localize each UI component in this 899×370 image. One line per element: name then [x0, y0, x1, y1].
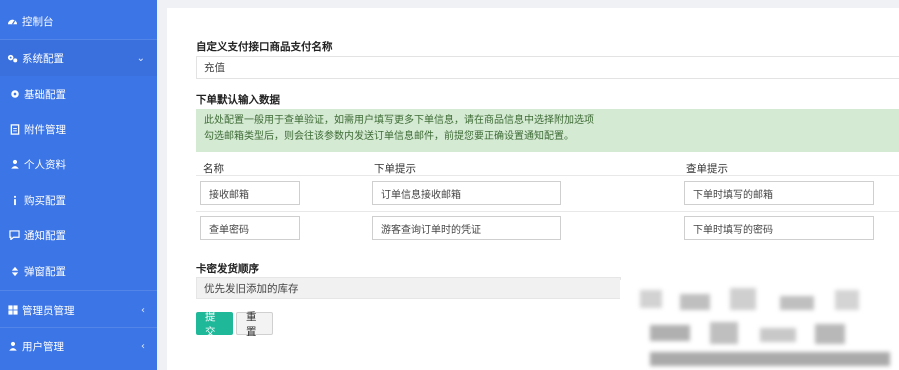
row1-query-hint-input[interactable]: 下单时填写的邮箱	[684, 181, 874, 205]
reset-button[interactable]: 重置	[236, 311, 273, 338]
sidebar-item-popup-config[interactable]: 弹窗配置	[0, 253, 157, 289]
row1-order-hint-input[interactable]: 订单信息接收邮箱	[372, 181, 561, 205]
column-header-query-hint: 查单提示	[686, 163, 728, 175]
sidebar-item-label: 个人资料	[24, 158, 66, 171]
sidebar-item-system-config[interactable]: 系统配置 ⌄	[0, 40, 157, 76]
sidebar-item-dashboard[interactable]: 控制台	[0, 3, 157, 39]
sidebar: 控制台 系统配置 ⌄ 基础配置 附件管理 个人资料 购买配置 通知配置 弹窗配置…	[0, 0, 157, 370]
submit-button[interactable]: 提交	[196, 311, 233, 338]
sidebar-item-notify-config[interactable]: 通知配置	[0, 217, 157, 253]
notice-line: 勾选邮箱类型后，则会往该参数内发送订单信息邮件，前提您要正确设置通知配置。	[204, 131, 574, 142]
column-header-name: 名称	[203, 163, 224, 175]
sort-icon	[9, 266, 20, 277]
sidebar-item-label: 通知配置	[24, 229, 66, 242]
column-header-order-hint: 下单提示	[374, 163, 416, 175]
blurred-watermark	[620, 280, 899, 370]
row2-name-input[interactable]: 查单密码	[200, 216, 300, 240]
sidebar-item-basic-config[interactable]: 基础配置	[0, 76, 157, 112]
order-input-label: 下单默认输入数据	[196, 94, 280, 106]
row2-order-hint-input[interactable]: 游客查询订单时的凭证	[372, 216, 561, 240]
file-icon	[9, 123, 20, 135]
card-order-select[interactable]: 优先发旧添加的库存	[196, 277, 621, 299]
gears-icon	[7, 53, 18, 64]
row1-name-input[interactable]: 接收邮箱	[200, 181, 300, 205]
card-order-label: 卡密发货顺序	[196, 263, 259, 275]
sidebar-item-purchase-config[interactable]: 购买配置	[0, 182, 157, 218]
pay-name-input[interactable]: 充值	[196, 56, 899, 79]
chevron-left-icon: ‹	[141, 304, 145, 316]
sidebar-item-label: 基础配置	[24, 88, 66, 101]
notice-line: 此处配置一般用于查单验证，如需用户填写更多下单信息，请在商品信息中选择附加选项	[204, 115, 594, 126]
chevron-left-icon: ‹	[141, 340, 145, 352]
sidebar-item-label: 弹窗配置	[24, 265, 66, 278]
windows-icon	[7, 305, 18, 316]
sidebar-item-label: 管理员管理	[22, 304, 75, 317]
pay-name-label: 自定义支付接口商品支付名称	[196, 41, 333, 53]
comment-icon	[9, 230, 20, 241]
user-icon	[9, 159, 20, 170]
chevron-down-icon: ⌄	[136, 52, 145, 64]
sidebar-item-profile[interactable]: 个人资料	[0, 146, 157, 182]
sidebar-item-label: 购买配置	[24, 194, 66, 207]
sidebar-item-label: 用户管理	[22, 340, 64, 353]
user-icon	[7, 341, 18, 352]
row2-query-hint-input[interactable]: 下单时填写的密码	[684, 216, 874, 240]
dashboard-icon	[7, 16, 18, 27]
sidebar-item-admin-manage[interactable]: 管理员管理 ‹	[0, 292, 157, 328]
sidebar-item-label: 附件管理	[24, 123, 66, 136]
sidebar-item-label: 控制台	[22, 15, 54, 28]
info-icon	[9, 195, 20, 206]
sidebar-item-label: 系统配置	[22, 52, 64, 65]
sidebar-item-user-manage[interactable]: 用户管理 ‹	[0, 328, 157, 364]
gear-icon	[9, 89, 20, 100]
sidebar-item-attachments[interactable]: 附件管理	[0, 111, 157, 147]
notice-alert: 此处配置一般用于查单验证，如需用户填写更多下单信息，请在商品信息中选择附加选项 …	[196, 109, 899, 152]
